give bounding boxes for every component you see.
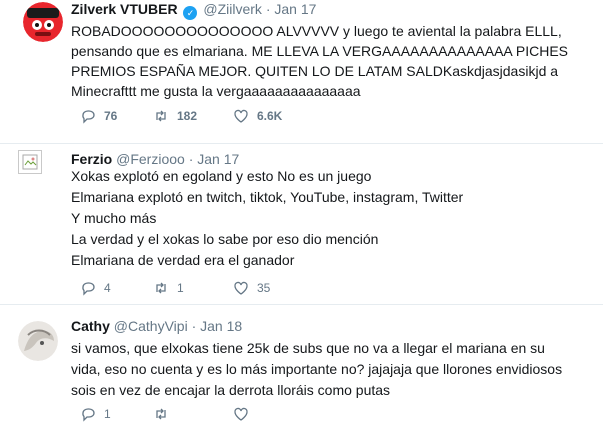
reply-button[interactable]: 1: [80, 406, 111, 422]
verified-badge-icon: ✓: [183, 6, 198, 20]
avatar[interactable]: [23, 2, 63, 42]
retweet-button[interactable]: 182: [153, 108, 197, 124]
reply-icon: [82, 408, 95, 422]
retweet-icon: [156, 282, 166, 294]
tweet-text-line: si vamos, que elxokas tiene 25k de subs …: [71, 340, 545, 356]
tweet-text-line: pensando que es elmariana. ME LLEVA LA V…: [71, 43, 569, 59]
reply-button[interactable]: 4: [80, 280, 111, 296]
separator-dot: ·: [188, 151, 194, 167]
tweet-text-line: La verdad y el xokas lo sabe por eso dio…: [71, 231, 379, 247]
author-handle[interactable]: @CathyVipi: [114, 318, 188, 334]
avatar[interactable]: [18, 150, 42, 174]
reply-count: 1: [104, 407, 111, 421]
reply-icon: [82, 282, 95, 296]
retweet-icon: [156, 408, 166, 420]
like-button[interactable]: [233, 406, 257, 422]
tweet-text-line: sois en vez de encajar la derrota llorái…: [71, 382, 391, 398]
retweet-button[interactable]: [153, 406, 177, 422]
like-count: 6.6K: [257, 109, 283, 123]
like-button[interactable]: 35: [233, 280, 270, 296]
tweet-text-line: vida, eso no cuenta y es lo más importan…: [71, 361, 563, 377]
tweet[interactable]: Zilverk VTUBER ✓ @Ziilverk · Jan 17 ROBA…: [0, 0, 603, 143]
tweet-date[interactable]: Jan 18: [200, 318, 242, 334]
retweet-button[interactable]: 1: [153, 280, 184, 296]
tweet-text-line: ROBADOOOOOOOOOOOOOO ALVVVVV y luego te a…: [71, 23, 562, 39]
tweet-header: Ferzio @Ferziooo · Jan 17: [71, 151, 239, 167]
retweet-icon: [156, 110, 166, 122]
tweet-text-line: Minecrafttt me gusta la vergaaaaaaaaaaaa…: [71, 83, 361, 99]
tweet[interactable]: Ferzio @Ferziooo · Jan 17 Xokas explotó …: [0, 143, 603, 304]
reply-icon: [82, 110, 95, 124]
tweet-text-line: Xokas explotó en egoland y esto No es un…: [71, 168, 372, 184]
tweet-text: ROBADOOOOOOOOOOOOOO ALVVVVV y luego te a…: [71, 21, 593, 101]
retweet-count: 1: [177, 281, 184, 295]
author-name[interactable]: Cathy: [71, 318, 110, 334]
retweet-count: 182: [177, 109, 198, 123]
tweet-text: Xokas explotó en egoland y esto No es un…: [71, 166, 593, 271]
author-handle[interactable]: @Ziilverk: [203, 1, 262, 17]
avatar[interactable]: [18, 321, 58, 361]
reply-button[interactable]: 76: [80, 108, 117, 124]
tweet-header: Cathy @CathyVipi · Jan 18: [71, 318, 242, 334]
heart-icon: [234, 109, 248, 123]
reply-count: 76: [104, 109, 118, 123]
tweet-text-line: Elmariana de verdad era el ganador: [71, 252, 295, 268]
separator-dot: ·: [265, 1, 271, 17]
tweet-header: Zilverk VTUBER ✓ @Ziilverk · Jan 17: [71, 1, 316, 20]
tweet-date[interactable]: Jan 17: [197, 151, 239, 167]
like-count: 35: [257, 281, 271, 295]
reply-count: 4: [104, 281, 111, 295]
author-handle[interactable]: @Ferziooo: [116, 151, 185, 167]
heart-icon: [234, 281, 248, 295]
author-name[interactable]: Ferzio: [71, 151, 112, 167]
tweet-text-line: PREMIOS ESPAÑA MEJOR. QUITEN LO DE LATAM…: [71, 63, 559, 79]
author-name[interactable]: Zilverk VTUBER: [71, 1, 178, 17]
tweet[interactable]: Cathy @CathyVipi · Jan 18 si vamos, que …: [0, 304, 603, 423]
tweet-text-line: Elmariana explotó en twitch, tiktok, You…: [71, 189, 464, 205]
like-button[interactable]: 6.6K: [233, 108, 282, 124]
heart-icon: [234, 407, 248, 421]
separator-dot: ·: [191, 318, 197, 334]
tweet-text-line: Y mucho más: [71, 210, 157, 226]
broken-image-icon: [22, 154, 38, 170]
tweet-date[interactable]: Jan 17: [274, 1, 316, 17]
tweet-text: si vamos, que elxokas tiene 25k de subs …: [71, 338, 593, 401]
